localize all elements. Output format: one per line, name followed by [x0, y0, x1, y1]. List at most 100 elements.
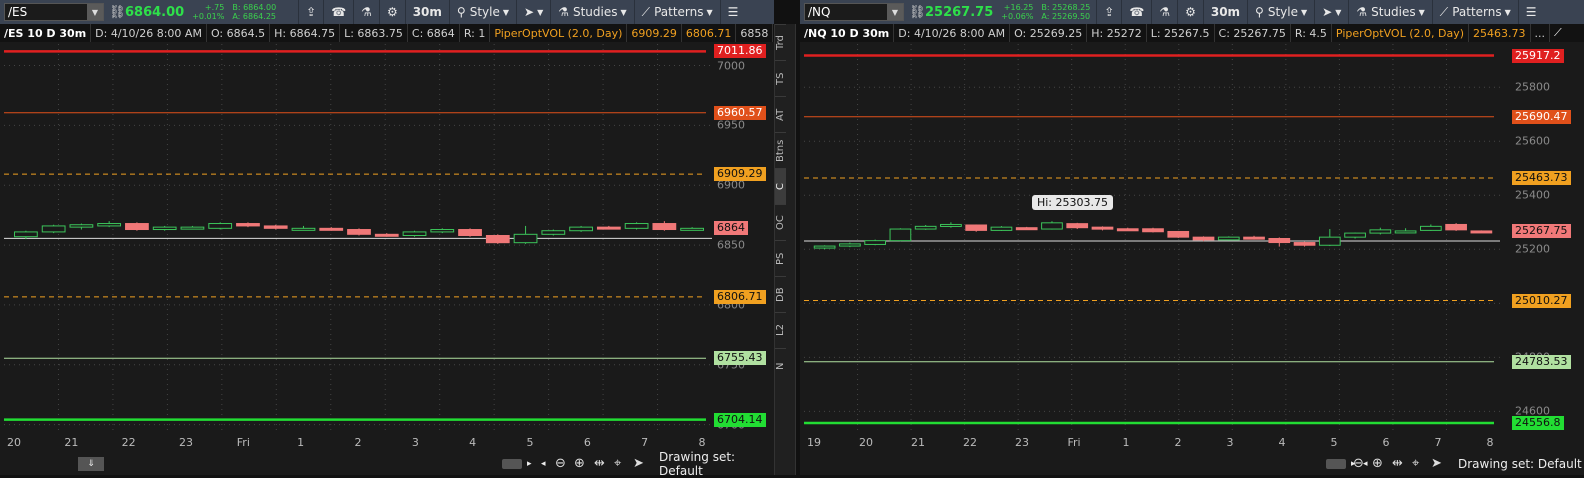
- candle-body: [1369, 229, 1392, 234]
- x-tick-label: 4: [469, 436, 477, 449]
- scrollbar[interactable]: [502, 458, 522, 469]
- pan-icon[interactable]: ⇹: [594, 456, 605, 471]
- side-tab-l2[interactable]: L2: [775, 312, 786, 348]
- crosshair-icon[interactable]: ⌖: [1412, 456, 1419, 471]
- side-tab-oc[interactable]: OC: [775, 204, 786, 240]
- zoom-in-icon[interactable]: ⊕: [1372, 456, 1383, 471]
- x-tick-label: 6: [583, 436, 591, 449]
- interval-button[interactable]: 30m: [404, 0, 449, 24]
- patterns-icon: ⟋: [1439, 4, 1449, 19]
- studies-button[interactable]: ⚗ Studies ▼: [550, 0, 633, 24]
- zoom-out-icon[interactable]: ⊖: [555, 456, 566, 471]
- x-tick-label: 20: [859, 436, 873, 449]
- level-tag: 25463.73: [1512, 171, 1571, 186]
- x-tick-label: Fri: [236, 436, 250, 449]
- candle-body: [596, 226, 621, 230]
- x-tick-label: 21: [64, 436, 79, 449]
- side-tab-c[interactable]: C: [775, 168, 786, 204]
- flask-icon[interactable]: ⚗: [1151, 0, 1177, 24]
- candle-body: [513, 233, 538, 244]
- y-tick-label: 25600: [1515, 134, 1550, 148]
- studies-label: Studies: [1371, 5, 1416, 19]
- scroll-handle[interactable]: ⇓: [78, 456, 104, 471]
- candle-body: [1066, 223, 1089, 229]
- time-axis[interactable]: 19 20 21 22 23 Fri 1 2 3 4 5 6 7 8: [804, 433, 1500, 451]
- chevron-down-icon[interactable]: ▼: [887, 4, 903, 20]
- level-tag: 25690.47: [1512, 109, 1571, 124]
- scrollbar[interactable]: [1326, 458, 1346, 469]
- side-tab-btns[interactable]: Btns: [775, 132, 786, 168]
- drawing-set[interactable]: Drawing set: Default: [659, 450, 774, 478]
- cursor-button[interactable]: ➤ ▼: [1314, 0, 1348, 24]
- level-tag: 6755.43: [714, 351, 766, 366]
- header-more[interactable]: ...: [1531, 24, 1551, 42]
- share-icon[interactable]: ⇪: [298, 0, 323, 24]
- pointer-icon[interactable]: ➤: [633, 456, 644, 471]
- style-button[interactable]: ⚲ Style ▼: [1247, 0, 1314, 24]
- price-plot[interactable]: [4, 44, 712, 433]
- zoom-in-icon[interactable]: ⊕: [574, 456, 585, 471]
- price-axis[interactable]: 2580025600254002520025000248002460025917…: [1512, 44, 1572, 433]
- side-tab-at[interactable]: AT: [775, 96, 786, 132]
- symbol-input[interactable]: /ES ▼: [4, 3, 104, 21]
- link-icon[interactable]: ⛓: [109, 5, 126, 20]
- study-name[interactable]: PiperOptVOL (2.0, Day): [490, 24, 628, 42]
- cursor-button[interactable]: ➤ ▼: [516, 0, 550, 24]
- alert-icon[interactable]: ☎: [323, 0, 353, 24]
- candle-body: [813, 245, 836, 249]
- right-toolbar: /NQ ▼ ⛓ 25267.75 +16.25 +0.06% B: 25268.25…: [800, 0, 1584, 24]
- symbol-input[interactable]: /NQ ▼: [804, 3, 904, 21]
- scroll-left-icon[interactable]: ◂: [541, 459, 546, 469]
- zoom-out-icon[interactable]: ⊖: [1353, 456, 1364, 471]
- bid-ask: B: 6864.00 A: 6864.25: [232, 3, 276, 21]
- menu-icon[interactable]: ☰: [1517, 0, 1544, 24]
- x-tick-label: 20: [7, 436, 21, 449]
- chevron-down-icon[interactable]: ▼: [87, 4, 103, 20]
- x-tick-label: 6: [1382, 436, 1390, 449]
- menu-icon[interactable]: ☰: [719, 0, 746, 24]
- bid-value: B: 6864.00: [232, 3, 277, 12]
- header-low: L: 6863.75: [340, 24, 408, 42]
- pointer-icon[interactable]: ➤: [1431, 456, 1442, 471]
- flask-icon[interactable]: ⚗: [353, 0, 379, 24]
- crosshair-icon[interactable]: ⌖: [614, 456, 621, 471]
- time-axis[interactable]: 20 21 22 23 Fri 1 2 3 4 5 6 7 8: [4, 433, 712, 451]
- pan-icon[interactable]: ⇹: [1392, 456, 1403, 471]
- price-plot[interactable]: [804, 44, 1500, 433]
- drawing-tool-icon[interactable]: ⟋: [1550, 24, 1566, 42]
- y-tick-label: 6950: [717, 118, 745, 132]
- style-button[interactable]: ⚲ Style ▼: [448, 0, 516, 24]
- interval-button[interactable]: 30m: [1202, 0, 1247, 24]
- ask-value: A: 6864.25: [232, 12, 276, 21]
- side-tab-trd[interactable]: Trd: [775, 24, 786, 60]
- drawing-set[interactable]: Drawing set: Default: [1458, 457, 1582, 471]
- x-tick-label: 2: [1174, 436, 1182, 449]
- level-tag: 24783.53: [1512, 354, 1571, 369]
- patterns-button[interactable]: ⟋ Patterns ▼: [633, 0, 720, 24]
- side-tab-n[interactable]: N: [775, 348, 786, 384]
- header-close: C: 25267.75: [1215, 24, 1291, 42]
- candle-body: [990, 226, 1013, 231]
- side-tab-ts[interactable]: TS: [775, 60, 786, 96]
- alert-icon[interactable]: ☎: [1121, 0, 1151, 24]
- side-tabs: Trd TS AT Btns C OC PS DB L2 N: [774, 24, 796, 475]
- link-icon[interactable]: ⛓: [909, 5, 926, 20]
- right-chart-pane: /NQ ▼ ⛓ 25267.75 +16.25 +0.06% B: 25268.25…: [800, 0, 1584, 475]
- study-name[interactable]: PiperOptVOL (2.0, Day): [1332, 24, 1470, 42]
- studies-button[interactable]: ⚗ Studies ▼: [1348, 0, 1431, 24]
- share-icon[interactable]: ⇪: [1096, 0, 1121, 24]
- side-tab-ps[interactable]: PS: [775, 240, 786, 276]
- candle-body: [1293, 242, 1316, 246]
- chevron-down-icon: ▼: [1300, 7, 1308, 17]
- patterns-button[interactable]: ⟋ Patterns ▼: [1431, 0, 1518, 24]
- gear-icon[interactable]: ⚙: [378, 0, 405, 24]
- candle-body: [1116, 228, 1139, 232]
- side-tab-db[interactable]: DB: [775, 276, 786, 312]
- bid-value: B: 25268.25: [1041, 3, 1091, 12]
- candle-body: [236, 223, 260, 227]
- price-axis[interactable]: 70006950690068506800675067007011.866960.…: [714, 44, 774, 433]
- gear-icon[interactable]: ⚙: [1177, 0, 1203, 24]
- candle-body: [152, 226, 177, 231]
- candle-body: [839, 243, 861, 247]
- scroll-right-icon[interactable]: ▸: [527, 459, 532, 469]
